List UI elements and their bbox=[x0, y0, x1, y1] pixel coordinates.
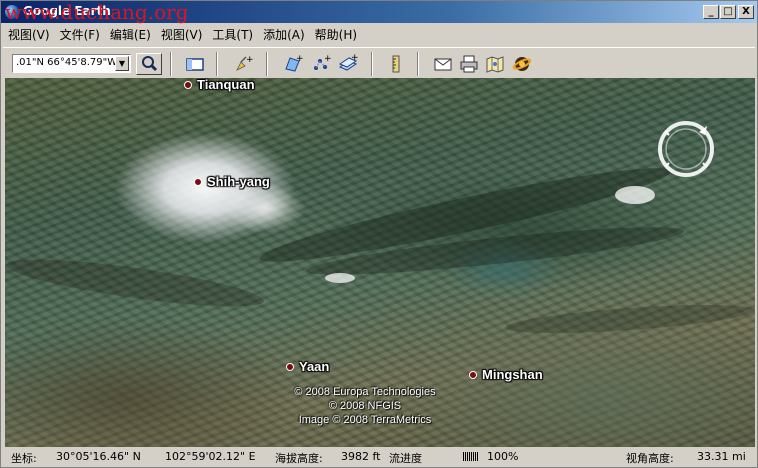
email-button[interactable] bbox=[432, 53, 454, 75]
add-image-overlay-icon: + bbox=[338, 53, 359, 71]
add-path-button[interactable]: + bbox=[310, 53, 332, 75]
placemark-dot bbox=[469, 370, 477, 379]
coordinate-label: 坐标: bbox=[11, 452, 37, 465]
svg-text:+: + bbox=[324, 54, 332, 64]
menu-bar: 视图(V) 文件(F) 编辑(E) 视图(V) 工具(T) 添加(A) 帮助(H… bbox=[3, 24, 755, 45]
placemark-label: Mingshan bbox=[482, 367, 543, 382]
ruler-icon bbox=[392, 55, 400, 73]
minimize-button[interactable]: _ bbox=[703, 5, 719, 19]
placemark-tianquan[interactable]: Tianquan bbox=[184, 78, 255, 92]
print-button[interactable] bbox=[458, 53, 480, 75]
maximize-button[interactable]: □ bbox=[720, 5, 736, 19]
placemark-dot bbox=[184, 80, 192, 89]
status-bar: 坐标: 30°05'16.46" N 102°59'02.12" E 海拔高度:… bbox=[3, 448, 755, 466]
toolbar: .01"N 66°45'8.79"W ▼ + + + + bbox=[3, 47, 755, 77]
email-icon bbox=[434, 58, 452, 71]
elevation-readout: 3982 ft bbox=[341, 450, 381, 463]
placemark-label: Shih-yang bbox=[207, 174, 270, 189]
eye-altitude-readout: 33.31 mi bbox=[697, 450, 746, 463]
google-maps-icon bbox=[486, 56, 504, 73]
add-polygon-icon: + bbox=[285, 54, 304, 72]
credit-line: © 2008 Europa Technologies bbox=[294, 386, 436, 398]
svg-text:+: + bbox=[351, 53, 359, 63]
placemark-label: Tianquan bbox=[197, 78, 255, 92]
add-placemark-icon: + bbox=[236, 55, 254, 71]
cloud-patch bbox=[325, 273, 355, 283]
search-button[interactable] bbox=[136, 53, 162, 75]
imagery-credits: © 2008 Europa Technologies © 2008 NFGIS … bbox=[265, 385, 465, 427]
streaming-percent: 100% bbox=[487, 450, 519, 463]
sidebar-toggle-button[interactable] bbox=[184, 53, 206, 75]
terrain-ridge bbox=[5, 250, 266, 316]
search-location-combobox[interactable]: .01"N 66°45'8.79"W ▼ bbox=[12, 54, 131, 73]
streaming-progress-bar bbox=[463, 452, 479, 461]
placemark-dot bbox=[194, 177, 202, 186]
menu-add[interactable]: 添加(A) bbox=[258, 26, 310, 43]
navigation-compass-icon[interactable] bbox=[655, 118, 717, 180]
close-button[interactable]: X bbox=[738, 5, 754, 19]
placemark-label: Yaan bbox=[299, 359, 330, 374]
menu-edit[interactable]: 编辑(E) bbox=[105, 26, 156, 43]
toolbar-separator bbox=[417, 52, 419, 76]
menu-help[interactable]: 帮助(H) bbox=[310, 26, 362, 43]
sky-icon bbox=[512, 57, 532, 71]
menu-file[interactable]: 文件(F) bbox=[55, 26, 105, 43]
google-earth-window: Google Earth www.duchang.org _ □ X 视图(V)… bbox=[0, 0, 758, 468]
latitude-readout: 30°05'16.46" N bbox=[56, 450, 141, 463]
svg-text:+: + bbox=[246, 55, 254, 65]
credit-line: Image © 2008 TerraMetrics bbox=[298, 414, 432, 426]
sidebar-toggle-icon bbox=[186, 58, 204, 71]
title-bar[interactable]: Google Earth www.duchang.org _ □ X bbox=[1, 0, 757, 24]
add-polygon-button[interactable]: + bbox=[282, 53, 304, 75]
search-icon bbox=[142, 56, 158, 72]
placemark-mingshan[interactable]: Mingshan bbox=[469, 367, 543, 382]
toolbar-separator bbox=[170, 52, 172, 76]
credit-line: © 2008 NFGIS bbox=[328, 400, 402, 412]
elevation-label: 海拔高度: bbox=[275, 452, 323, 465]
eye-altitude-label: 视角高度: bbox=[626, 452, 674, 465]
toolbar-separator bbox=[216, 52, 218, 76]
watermark-text: www.duchang.org bbox=[5, 0, 189, 24]
google-maps-button[interactable] bbox=[484, 53, 506, 75]
placemark-dot bbox=[286, 362, 294, 371]
print-icon bbox=[460, 55, 478, 73]
ruler-button[interactable] bbox=[385, 53, 407, 75]
placemark-shih-yang[interactable]: Shih-yang bbox=[194, 174, 270, 189]
longitude-readout: 102°59'02.12" E bbox=[165, 450, 256, 463]
terrain-ridge bbox=[504, 299, 755, 339]
toolbar-separator bbox=[371, 52, 373, 76]
menu-view[interactable]: 视图(V) bbox=[156, 26, 208, 43]
placemark-yaan[interactable]: Yaan bbox=[286, 359, 329, 374]
menu-view-left[interactable]: 视图(V) bbox=[3, 26, 55, 43]
streaming-label: 流进度 bbox=[389, 452, 422, 465]
cloud-patch bbox=[615, 186, 655, 204]
earth-3d-view[interactable]: Tianquan Shih-yang Yaan Mingshan © 2008 … bbox=[5, 78, 755, 447]
add-placemark-button[interactable]: + bbox=[232, 53, 254, 75]
search-location-value: .01"N 66°45'8.79"W bbox=[16, 57, 118, 68]
add-path-icon: + bbox=[314, 54, 332, 70]
toolbar-separator bbox=[266, 52, 268, 76]
dropdown-arrow-icon[interactable]: ▼ bbox=[115, 56, 129, 71]
sky-button[interactable] bbox=[511, 53, 533, 75]
svg-text:+: + bbox=[296, 54, 304, 64]
menu-tools[interactable]: 工具(T) bbox=[207, 26, 258, 43]
add-image-overlay-button[interactable]: + bbox=[337, 53, 359, 75]
